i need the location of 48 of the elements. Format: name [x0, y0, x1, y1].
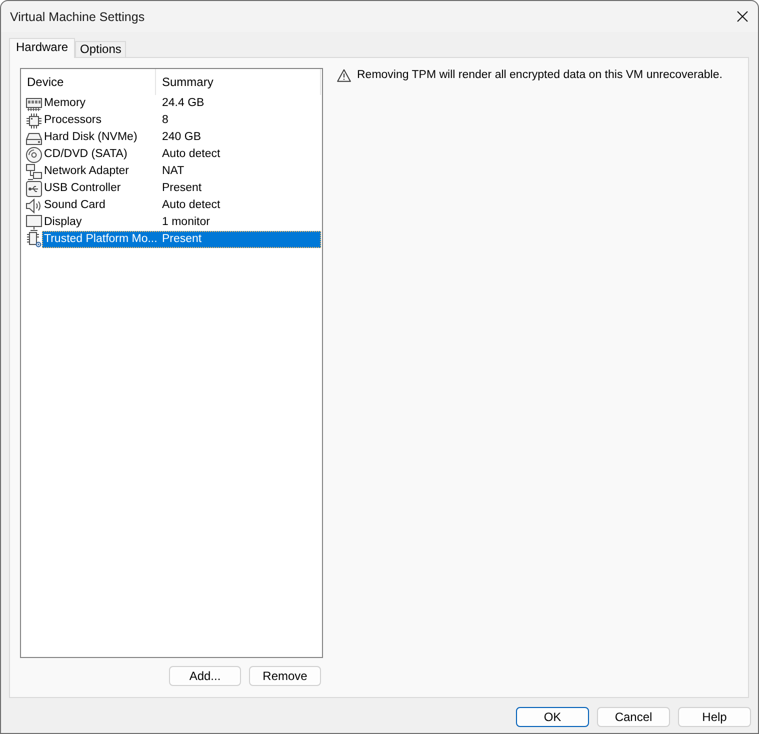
device-row[interactable]: Trusted Platform Mo... Present [42, 231, 321, 248]
device-name: CD/DVD (SATA) [43, 147, 128, 162]
column-header[interactable]: Device [21, 69, 156, 95]
chip-with-gear-icon [26, 232, 42, 248]
device-name: Hard Disk (NVMe) [43, 130, 138, 145]
device-row[interactable]: Display 1 monitor [42, 214, 321, 231]
device-summary: 1 monitor [161, 215, 210, 230]
dialog-button[interactable]: Help [678, 707, 751, 727]
memory-module-icon [26, 96, 42, 112]
device-summary: Present [161, 232, 202, 247]
device-name: Memory [43, 96, 87, 111]
warning-message: Removing TPM will render all encrypted data on this VM unrecoverable. [357, 69, 722, 81]
device-summary: Auto detect [161, 198, 220, 213]
device-summary: Auto detect [161, 147, 220, 162]
close-icon[interactable] [737, 11, 748, 22]
device-summary: Present [161, 181, 202, 196]
device-name: Processors [43, 113, 103, 128]
dialog-button[interactable]: Cancel [597, 707, 670, 727]
device-row[interactable]: Hard Disk (NVMe) 240 GB [42, 129, 321, 146]
monitor-icon [26, 214, 42, 230]
device-name: Network Adapter [43, 164, 130, 179]
dialog-button[interactable]: OK [516, 707, 589, 727]
column-header[interactable]: Summary [156, 69, 321, 95]
list-button[interactable]: Remove [249, 666, 321, 686]
device-row[interactable]: Sound Card Auto detect [42, 197, 321, 214]
device-summary: NAT [161, 164, 184, 179]
speaker-icon [26, 198, 42, 214]
usb-icon [26, 180, 42, 196]
device-name: Display [43, 215, 83, 230]
window-title: Virtual Machine Settings [10, 10, 145, 24]
chip-icon [26, 112, 42, 128]
warning-icon [337, 68, 351, 82]
device-row[interactable]: Network Adapter NAT [42, 163, 321, 180]
device-row[interactable]: Processors 8 [42, 112, 321, 129]
device-summary: 240 GB [161, 130, 201, 145]
device-name: Trusted Platform Mo... [43, 232, 158, 247]
disc-icon [26, 146, 42, 162]
network-computers-icon [26, 164, 42, 180]
device-name: USB Controller [43, 181, 122, 196]
device-summary: 8 [161, 113, 168, 128]
device-row[interactable]: CD/DVD (SATA) Auto detect [42, 146, 321, 163]
tab[interactable]: Options [75, 41, 126, 57]
device-row[interactable]: Memory 24.4 GB [42, 95, 321, 112]
device-name: Sound Card [43, 198, 106, 213]
tab[interactable]: Hardware [9, 38, 76, 58]
device-summary: 24.4 GB [161, 96, 204, 111]
device-row[interactable]: USB Controller Present [42, 180, 321, 197]
list-button[interactable]: Add... [169, 666, 241, 686]
